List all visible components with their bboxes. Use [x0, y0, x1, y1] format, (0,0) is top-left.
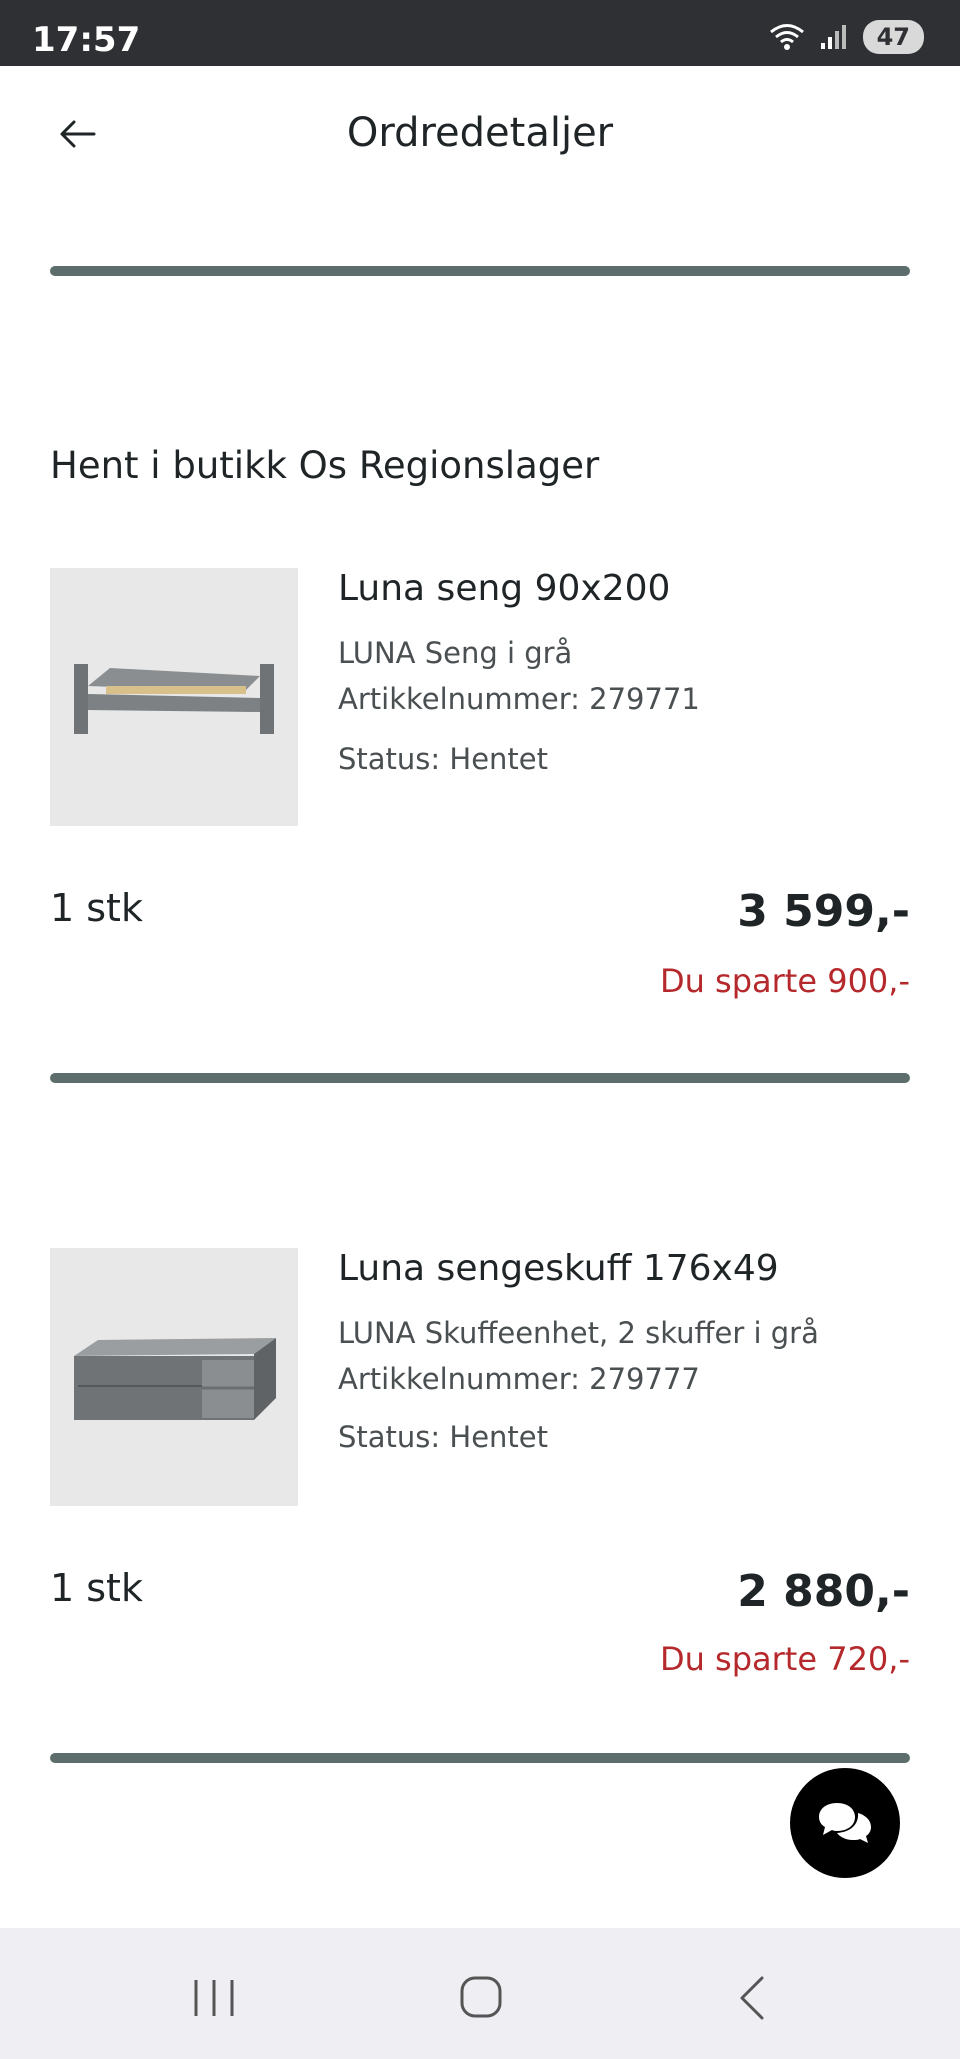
product-description: LUNA Seng i grå: [338, 636, 573, 670]
nav-back-button[interactable]: [722, 1968, 782, 2028]
quantity: 1 stk: [50, 886, 143, 930]
recent-apps-icon: [194, 1980, 234, 2016]
product-name[interactable]: Luna sengeskuff 176x49: [338, 1248, 779, 1289]
order-status: Status: Hentet: [338, 1420, 549, 1454]
product-description: LUNA Skuffeenhet, 2 skuffer i grå: [338, 1316, 819, 1350]
bed-image: [74, 664, 274, 734]
divider: [50, 1753, 910, 1763]
article-number: Artikkelnummer: 279777: [338, 1362, 700, 1396]
system-nav-bar: [0, 1928, 960, 2059]
product-name[interactable]: Luna seng 90x200: [338, 568, 670, 609]
chat-bubbles-icon: [819, 1803, 871, 1843]
saving-label: Du sparte 900,-: [659, 962, 910, 1000]
price: 3 599,-: [737, 886, 910, 937]
article-number: Artikkelnummer: 279771: [338, 682, 700, 716]
order-status: Status: Hentet: [338, 742, 549, 776]
status-bar: 17:57 47: [0, 0, 960, 66]
status-time: 17:57: [32, 20, 141, 60]
pickup-store-title: Hent i butikk Os Regionslager: [50, 444, 600, 487]
chat-button[interactable]: [790, 1768, 900, 1878]
quantity: 1 stk: [50, 1566, 143, 1610]
wifi-icon: [769, 24, 804, 50]
home-button[interactable]: [452, 1968, 512, 2028]
divider: [50, 266, 910, 276]
drawer-image: [74, 1338, 276, 1420]
recent-apps-button[interactable]: [184, 1968, 244, 2028]
page-title: Ordredetaljer: [346, 110, 614, 156]
product-image-bed[interactable]: [50, 568, 298, 826]
price: 2 880,-: [737, 1566, 910, 1617]
battery-indicator: 47: [862, 20, 924, 54]
signal-icon: [820, 25, 846, 49]
status-icons: 47: [769, 20, 924, 54]
home-icon: [460, 1976, 502, 2018]
divider: [50, 1073, 910, 1083]
chevron-left-icon: [740, 1976, 764, 2020]
app-header: Ordredetaljer: [0, 66, 960, 206]
product-image-drawer[interactable]: [50, 1248, 298, 1506]
saving-label: Du sparte 720,-: [659, 1640, 910, 1678]
